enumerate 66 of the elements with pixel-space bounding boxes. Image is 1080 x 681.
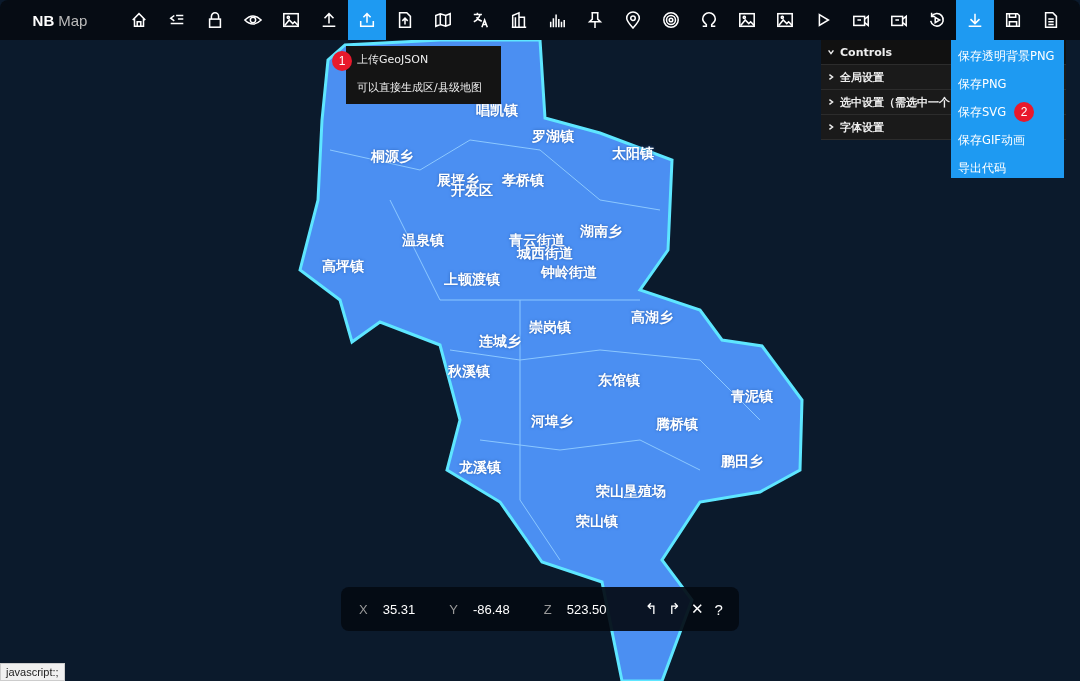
coordinate-action-button[interactable]: ↱ xyxy=(663,600,687,618)
place-label: 桐源乡 xyxy=(371,148,413,166)
folder-label: 全局设置 xyxy=(840,69,884,85)
chevron-icon xyxy=(827,98,835,106)
place-label: 高坪镇 xyxy=(322,258,364,276)
place-label: 青云街道 xyxy=(509,232,565,248)
status-bar: javascript:; xyxy=(0,663,65,681)
place-label: 上顿渡镇 xyxy=(444,271,500,289)
home-icon xyxy=(130,11,148,29)
step-badge: 2 xyxy=(1014,102,1035,122)
coordinate-action-button[interactable]: ✕ xyxy=(686,600,710,618)
chevron-icon xyxy=(827,123,835,131)
place-label: 荣山垦殖场 xyxy=(596,483,666,501)
upload-icon xyxy=(358,11,376,29)
translate-icon xyxy=(472,11,490,29)
place-label: 东馆镇 xyxy=(598,372,640,390)
tooltip-description: 可以直接生成区/县级地图 xyxy=(357,80,483,95)
image-icon xyxy=(282,11,300,29)
chevron-icon xyxy=(827,73,835,81)
coordinate-value: 523.50 xyxy=(566,601,607,617)
place-label: 温泉镇 xyxy=(402,232,444,250)
coordinate-value: 35.31 xyxy=(382,601,416,617)
step-badge: 1 xyxy=(332,51,352,71)
place-label: 罗湖镇 xyxy=(532,128,574,146)
tooltip-title: 上传GeoJSON xyxy=(357,52,430,67)
map-icon xyxy=(434,11,452,29)
place-label: 钟岭街道 xyxy=(541,264,597,282)
axis-label: X xyxy=(359,601,368,617)
location-pin-icon xyxy=(624,11,642,29)
place-label: 腾桥镇 xyxy=(656,416,698,434)
place-label: 河埠乡 xyxy=(531,413,573,431)
place-label: 太阳镇 xyxy=(612,145,654,163)
place-label: 唱凯镇 xyxy=(476,102,518,120)
image-icon xyxy=(738,11,756,29)
replay-icon xyxy=(928,11,946,29)
place-label: 高湖乡 xyxy=(631,309,673,327)
coordinate-action-button[interactable]: ? xyxy=(709,600,728,618)
axis-label: Z xyxy=(543,601,552,617)
folder-label: 选中设置（需选中一个 xyxy=(840,94,950,110)
app-logo: NB Map xyxy=(31,10,89,31)
place-label: 荣山镇 xyxy=(576,513,618,531)
place-label: 鹏田乡 xyxy=(721,453,763,471)
file-upload-icon xyxy=(396,11,414,29)
image-icon xyxy=(776,11,794,29)
building-icon xyxy=(510,11,528,29)
omega-icon xyxy=(700,11,718,29)
folder-label: 字体设置 xyxy=(840,119,884,135)
place-label: 孝桥镇 xyxy=(502,172,544,190)
target-icon xyxy=(662,11,680,29)
chevron-icon xyxy=(827,48,835,56)
place-label: 青泥镇 xyxy=(731,388,773,406)
download-icon xyxy=(966,11,984,29)
axis-label: Y xyxy=(449,601,458,617)
pin-icon xyxy=(586,11,604,29)
coordinate-action-button[interactable]: ↰ xyxy=(640,600,664,618)
place-label: 连城乡 xyxy=(479,333,521,351)
save-icon xyxy=(1004,11,1022,29)
place-label: 龙溪镇 xyxy=(459,459,501,477)
upload-icon xyxy=(320,11,338,29)
document-icon xyxy=(1042,11,1060,29)
place-label: 秋溪镇 xyxy=(448,363,490,381)
coordinate-value: -86.48 xyxy=(472,601,510,617)
panel-title: Controls xyxy=(840,45,893,59)
place-label: 湖南乡 xyxy=(580,223,622,241)
place-label: 崇岗镇 xyxy=(529,319,571,337)
lock-icon xyxy=(206,11,224,29)
